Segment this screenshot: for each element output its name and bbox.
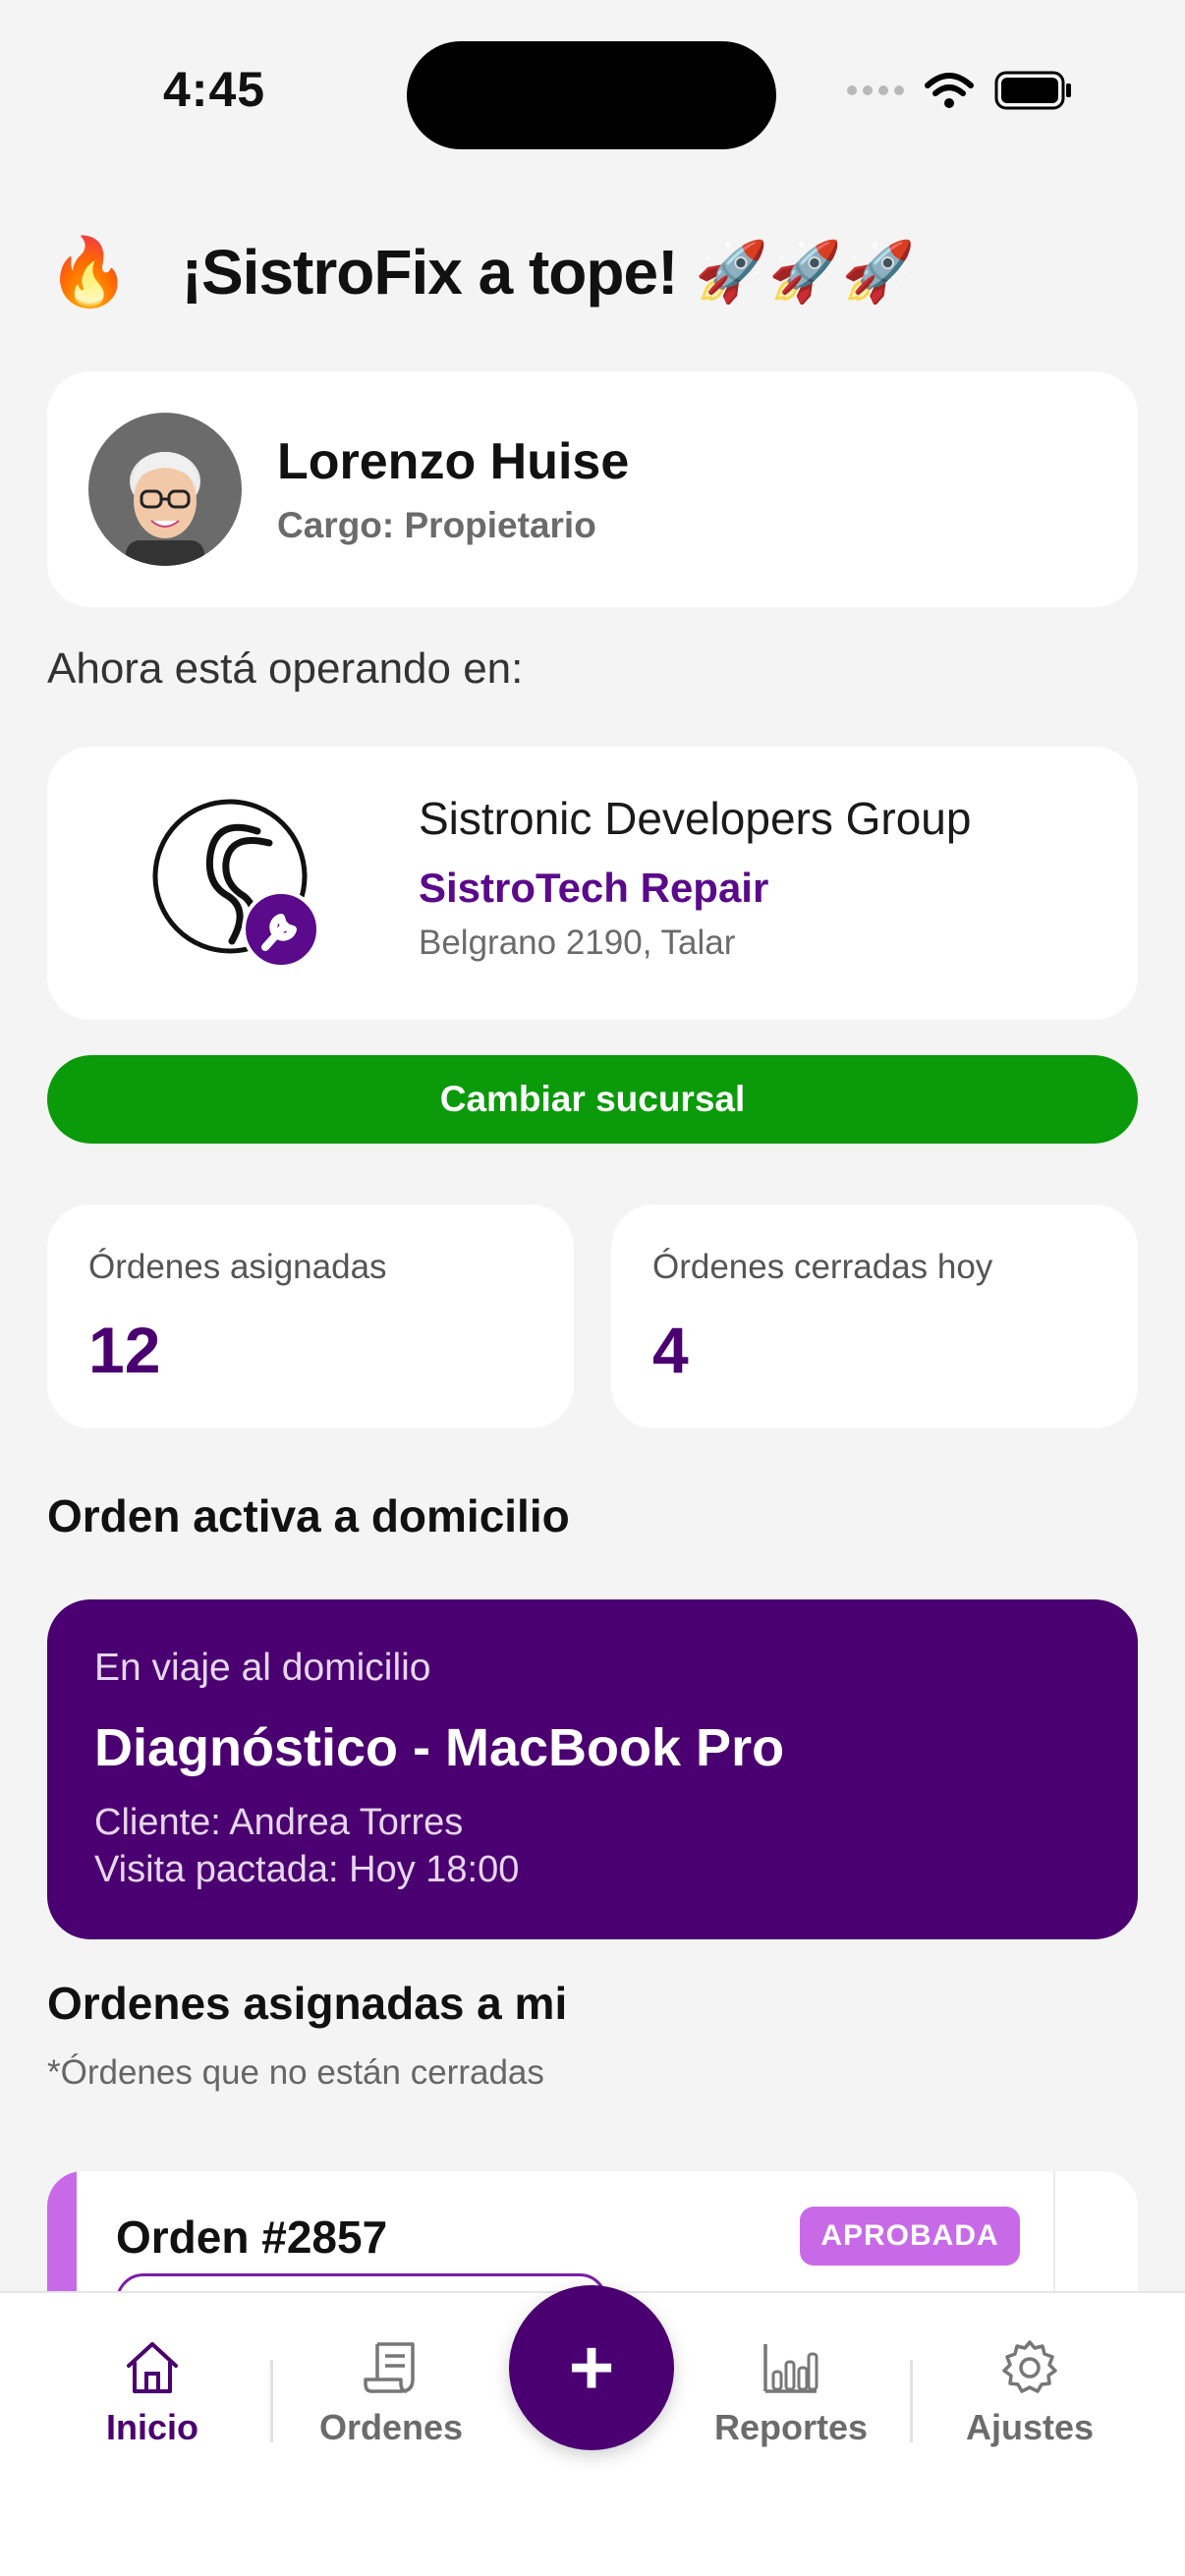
stat-card-closed-today[interactable]: Órdenes cerradas hoy 4 (611, 1204, 1138, 1428)
rocket-icon: 🚀🚀🚀 (695, 239, 916, 305)
home-icon (127, 2342, 178, 2393)
avatar (88, 413, 242, 566)
stat-value: 4 (652, 1314, 689, 1386)
wifi-icon (925, 73, 974, 108)
tab-label: Ordenes (318, 2407, 464, 2447)
order-title: Orden #2857 (116, 2212, 388, 2263)
stat-card-assigned[interactable]: Órdenes asignadas 12 (47, 1204, 574, 1428)
active-order-visit: Visita pactada: Hoy 18:00 (94, 1849, 520, 1890)
assigned-section-title: Ordenes asignadas a mi (47, 1978, 568, 2029)
status-icons (847, 71, 1073, 110)
battery-icon (994, 71, 1071, 110)
app-title: ¡SistroFix a tope! (181, 237, 679, 308)
tab-label: Reportes (713, 2407, 869, 2447)
active-order-title: Diagnóstico - MacBook Pro (94, 1718, 785, 1777)
tab-label: Ajustes (965, 2407, 1095, 2447)
dynamic-island (407, 41, 776, 149)
tab-ajustes[interactable]: Ajustes (931, 2338, 1128, 2448)
profile-role: Cargo: Propietario (277, 505, 596, 545)
branch-address: Belgrano 2190, Talar (419, 924, 736, 962)
stat-label: Órdenes cerradas hoy (652, 1248, 993, 1286)
profile-name: Lorenzo Huise (277, 433, 630, 490)
tab-separator (270, 2360, 273, 2442)
active-order-card[interactable]: En viaje al domicilio Diagnóstico - MacB… (47, 1599, 1138, 1939)
signal-dots-icon (847, 85, 904, 95)
company-name: Sistronic Developers Group (419, 793, 972, 844)
page-title: 🔥 ¡SistroFix a tope! 🚀🚀🚀 (47, 236, 916, 308)
status-time: 4:45 (163, 62, 266, 117)
memoji-avatar-icon (126, 452, 204, 566)
active-order-section-title: Orden activa a domicilio (47, 1490, 570, 1541)
tab-separator (910, 2360, 913, 2442)
active-order-status: En viaje al domicilio (94, 1647, 431, 1689)
tab-inicio[interactable]: Inicio (54, 2338, 251, 2448)
orders-icon (364, 2342, 415, 2393)
change-branch-button[interactable]: Cambiar sucursal (47, 1055, 1138, 1144)
reports-icon (763, 2344, 818, 2393)
tab-reportes[interactable]: Reportes (693, 2338, 889, 2448)
assigned-subtitle: *Órdenes que no están cerradas (47, 2053, 544, 2092)
fire-icon: 🔥 (47, 235, 131, 309)
settings-icon (1002, 2340, 1057, 2393)
company-logo (147, 794, 324, 971)
add-order-button[interactable]: + (509, 2285, 674, 2450)
tab-ordenes[interactable]: Ordenes (293, 2338, 489, 2448)
stat-value: 12 (88, 1314, 161, 1386)
status-badge: APROBADA (800, 2207, 1020, 2266)
branch-name: SistroTech Repair (419, 865, 769, 911)
tab-label: Inicio (105, 2407, 198, 2447)
stat-label: Órdenes asignadas (88, 1248, 387, 1286)
active-order-client: Cliente: Andrea Torres (94, 1802, 464, 1843)
operating-label: Ahora está operando en: (47, 644, 524, 693)
